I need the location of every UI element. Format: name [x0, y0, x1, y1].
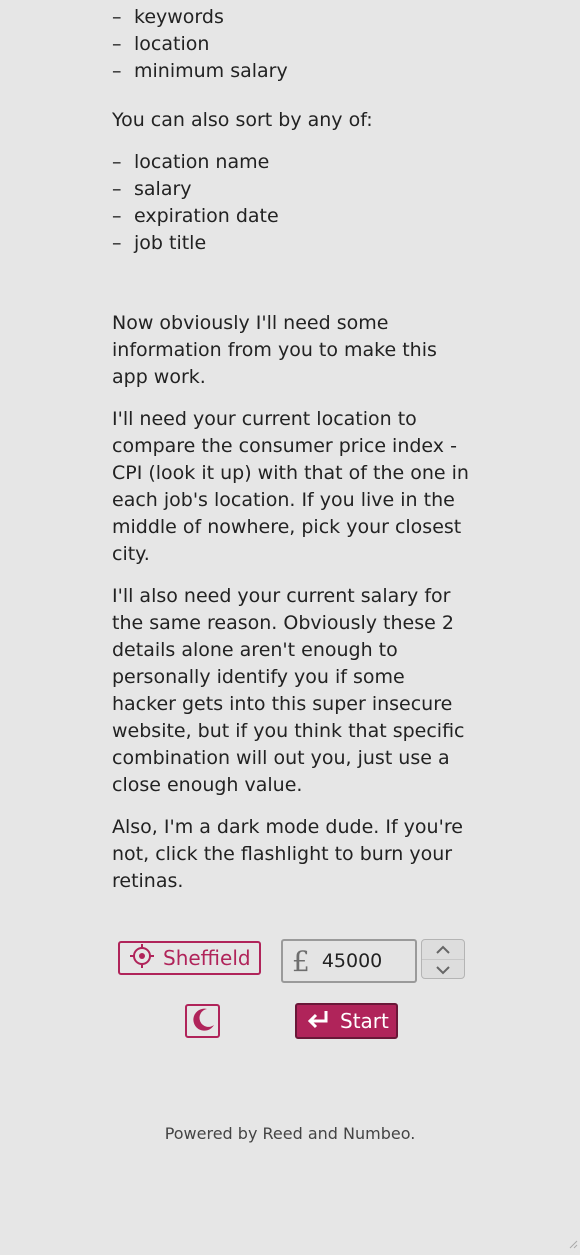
start-button[interactable]: Start	[295, 1003, 398, 1039]
moon-icon	[190, 1006, 216, 1036]
theme-toggle-button[interactable]	[185, 1004, 220, 1038]
list-item: – location	[112, 33, 210, 55]
list-item: – job title	[112, 232, 207, 254]
list-item: – salary	[112, 178, 192, 200]
return-arrow-icon	[297, 1009, 340, 1034]
decrement-button[interactable]	[422, 959, 464, 979]
list-item: – location name	[112, 151, 270, 173]
location-label: Sheffield	[163, 946, 251, 970]
location-button[interactable]: Sheffield	[118, 941, 261, 975]
chevron-up-icon	[435, 940, 451, 959]
sort-list: – location name – salary – expiration date …	[112, 149, 279, 257]
footer-credits: Powered by Reed and Numbeo.	[164, 1124, 416, 1143]
crosshair-icon	[120, 943, 163, 973]
list-item: – minimum salary	[112, 60, 288, 82]
start-label: Start	[340, 1009, 389, 1033]
resize-grip-icon[interactable]	[568, 1234, 578, 1253]
increment-button[interactable]	[422, 940, 464, 959]
chevron-down-icon	[435, 960, 451, 979]
salary-input[interactable]: £ 45000	[281, 939, 417, 983]
info-paragraph: Now obviously I'll need some information…	[112, 312, 437, 388]
sort-intro-text: You can also sort by any of:	[112, 109, 373, 131]
salary-value[interactable]: 45000	[322, 950, 382, 972]
list-item: – expiration date	[112, 205, 279, 227]
filter-list: – keywords – location – minimum salary	[112, 4, 288, 85]
dark-mode-paragraph: Also, I'm a dark mode dude. If you're no…	[112, 816, 463, 892]
currency-symbol: £	[292, 944, 310, 978]
location-paragraph: I'll need your current location to compa…	[112, 408, 469, 565]
salary-paragraph: I'll also need your current salary for t…	[112, 585, 465, 796]
salary-stepper[interactable]	[421, 939, 465, 979]
list-item: – keywords	[112, 6, 224, 28]
